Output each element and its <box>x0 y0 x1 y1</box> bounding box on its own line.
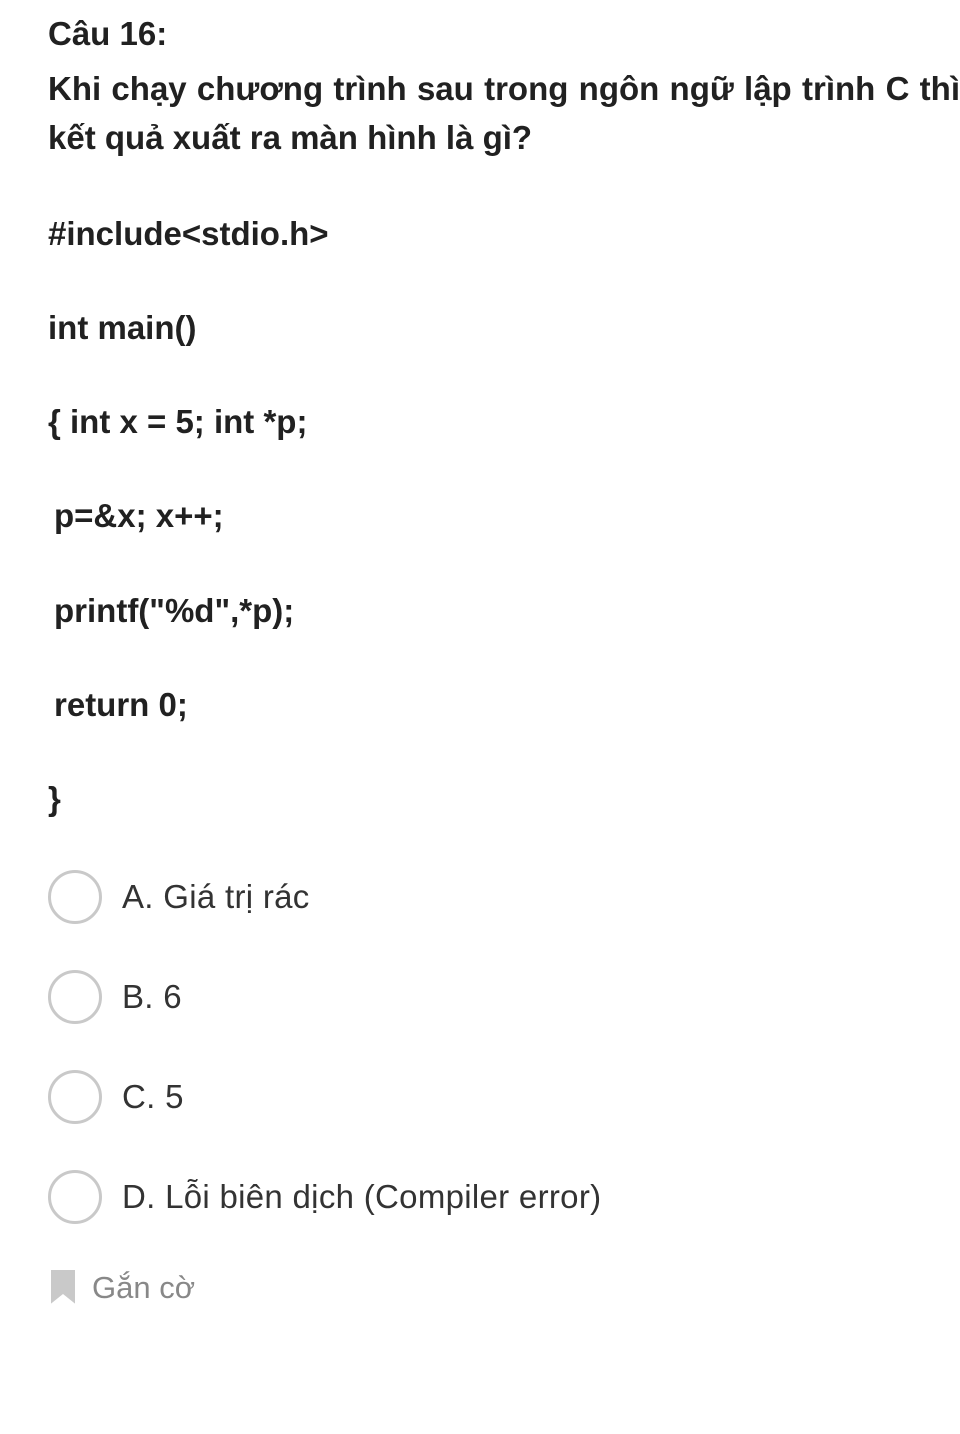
option-a-label: A. Giá trị rác <box>122 878 310 916</box>
radio-b[interactable] <box>48 970 102 1024</box>
options-group: A. Giá trị rác B. 6 C. 5 D. Lỗi biên dịc… <box>48 870 960 1224</box>
flag-label: Gắn cờ <box>92 1270 195 1306</box>
code-line-3: { int x = 5; int *p; <box>48 399 960 445</box>
option-d-row[interactable]: D. Lỗi biên dịch (Compiler error) <box>48 1170 960 1224</box>
option-b-row[interactable]: B. 6 <box>48 970 960 1024</box>
code-line-5: printf("%d",*p); <box>48 588 960 634</box>
flag-button[interactable]: Gắn cờ <box>48 1270 960 1306</box>
option-a-row[interactable]: A. Giá trị rác <box>48 870 960 924</box>
code-line-1: #include<stdio.h> <box>48 211 960 257</box>
option-d-label: D. Lỗi biên dịch (Compiler error) <box>122 1178 601 1216</box>
code-line-6: return 0; <box>48 682 960 728</box>
code-line-7: } <box>48 776 960 822</box>
radio-d[interactable] <box>48 1170 102 1224</box>
question-prompt: Khi chạy chương trình sau trong ngôn ngữ… <box>48 64 960 163</box>
radio-c[interactable] <box>48 1070 102 1124</box>
option-c-row[interactable]: C. 5 <box>48 1070 960 1124</box>
bookmark-icon <box>48 1270 78 1306</box>
question-number: Câu 16: <box>48 10 960 58</box>
code-line-2: int main() <box>48 305 960 351</box>
option-c-label: C. 5 <box>122 1078 184 1116</box>
code-line-4: p=&x; x++; <box>48 493 960 539</box>
option-b-label: B. 6 <box>122 978 182 1016</box>
radio-a[interactable] <box>48 870 102 924</box>
